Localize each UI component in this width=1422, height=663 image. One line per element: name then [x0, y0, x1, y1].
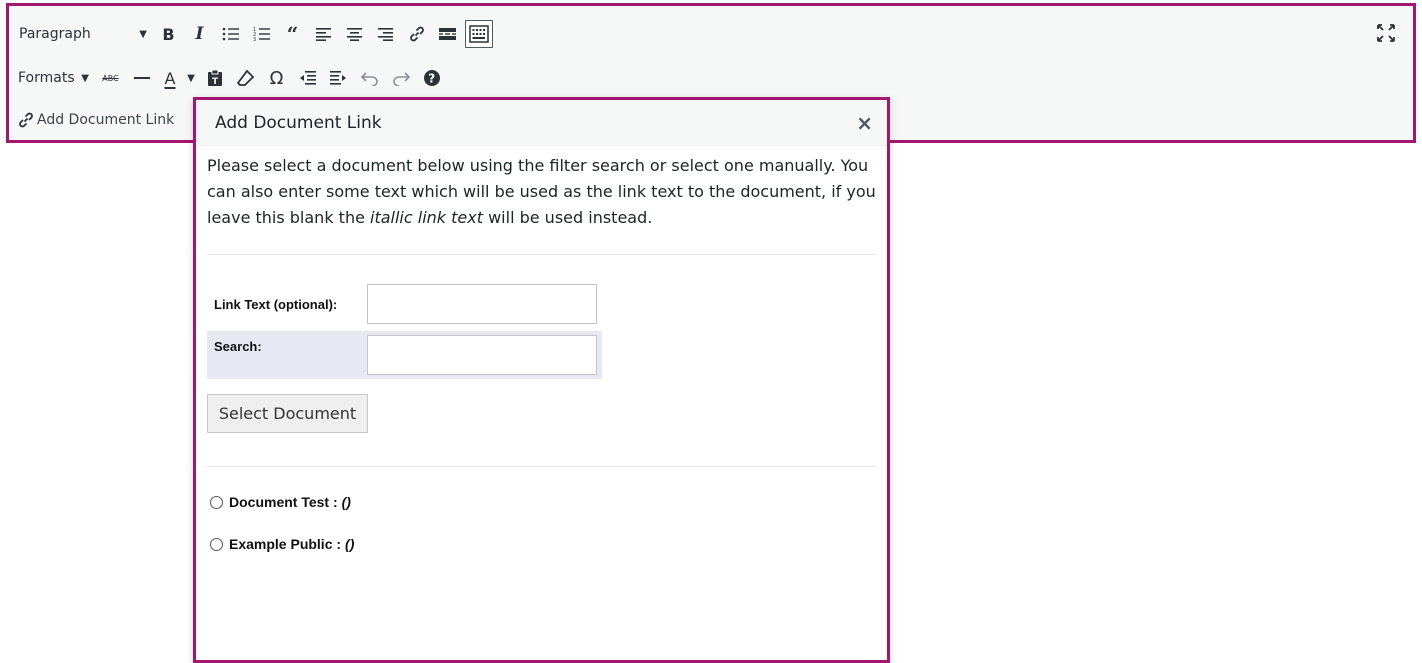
divider	[207, 254, 876, 255]
svg-text:3: 3	[253, 37, 256, 42]
text-color-dropdown[interactable]: ▼	[183, 63, 199, 93]
toolbar-toggle-icon	[469, 25, 489, 43]
document-list: Document Test : () Example Public : ()	[207, 492, 876, 554]
dialog-title: Add Document Link	[215, 112, 382, 133]
align-center-icon	[346, 28, 362, 41]
link-text-label: Link Text (optional):	[214, 296, 338, 312]
bold-button[interactable]: B	[153, 19, 184, 49]
italic-button[interactable]: I	[184, 19, 215, 49]
redo-icon	[392, 72, 410, 86]
blockquote-button[interactable]: “	[277, 19, 308, 49]
indent-button[interactable]	[323, 63, 354, 93]
divider	[207, 466, 876, 467]
link-form: Link Text (optional): Search:	[207, 282, 602, 379]
horizontal-line-icon	[133, 77, 150, 79]
link-icon	[409, 26, 424, 42]
search-input[interactable]	[367, 335, 597, 375]
document-name: Example Public :	[229, 536, 342, 552]
toolbar-row-3: Add Document Link	[13, 103, 178, 137]
instructions-italic-text: itallic link text	[370, 208, 483, 227]
link-text-row: Link Text (optional):	[207, 282, 602, 326]
toolbar-row-1: Paragraph ▼ B I 1 2 3 “	[13, 17, 493, 51]
read-more-icon	[438, 28, 456, 40]
numbered-list-icon: 1 2 3	[253, 27, 270, 42]
dialog-body: Please select a document below using the…	[196, 153, 887, 554]
toolbar-toggle-button[interactable]	[465, 20, 493, 48]
insert-link-button[interactable]	[401, 19, 432, 49]
instructions-text-end: will be used instead.	[483, 208, 653, 227]
help-button[interactable]: ?	[416, 63, 447, 93]
paragraph-format-label: Paragraph	[19, 26, 91, 42]
clear-formatting-button[interactable]	[230, 63, 261, 93]
text-color-button[interactable]: A	[157, 63, 183, 93]
help-icon: ?	[423, 70, 440, 86]
align-center-button[interactable]	[339, 19, 370, 49]
special-character-button[interactable]: Ω	[261, 63, 292, 93]
fullscreen-button[interactable]	[1373, 20, 1399, 46]
search-row: Search:	[207, 331, 602, 379]
strikethrough-button[interactable]: ABC	[95, 63, 126, 93]
blockquote-icon: “	[286, 22, 299, 46]
clear-formatting-icon	[236, 69, 254, 86]
add-document-link-dialog: Add Document Link × Please select a docu…	[193, 97, 890, 663]
radio-button[interactable]	[210, 495, 223, 509]
redo-button[interactable]	[385, 63, 416, 93]
link-text-input[interactable]	[367, 284, 597, 324]
toolbar-row-2: Formats ▼ ABC A ▼ T Ω ?	[13, 61, 447, 95]
document-name: Document Test :	[229, 494, 338, 510]
align-right-icon	[377, 28, 393, 41]
chevron-down-icon: ▼	[187, 72, 195, 84]
bullet-list-button[interactable]	[215, 19, 246, 49]
paste-as-text-button[interactable]: T	[199, 63, 230, 93]
numbered-list-button[interactable]: 1 2 3	[246, 19, 277, 49]
horizontal-line-button[interactable]	[126, 63, 157, 93]
document-option[interactable]: Document Test : ()	[207, 492, 876, 512]
outdent-icon	[299, 71, 316, 85]
document-option[interactable]: Example Public : ()	[207, 534, 876, 554]
svg-text:?: ?	[428, 72, 435, 86]
text-color-label: A	[164, 68, 176, 88]
read-more-button[interactable]	[432, 19, 463, 49]
paragraph-format-select[interactable]: Paragraph ▼	[13, 19, 153, 49]
bullet-list-icon	[222, 27, 239, 41]
chevron-down-icon: ▼	[139, 28, 147, 40]
document-meta: ()	[345, 536, 355, 552]
indent-icon	[329, 71, 346, 85]
add-document-link-label: Add Document Link	[37, 112, 175, 128]
formats-menu-label: Formats	[18, 70, 75, 86]
undo-icon	[360, 72, 378, 86]
align-left-icon	[315, 28, 331, 41]
align-right-button[interactable]	[370, 19, 401, 49]
close-icon[interactable]: ×	[856, 113, 873, 133]
align-left-button[interactable]	[308, 19, 339, 49]
link-icon	[19, 112, 33, 128]
dialog-header: Add Document Link ×	[196, 100, 887, 146]
search-label: Search:	[214, 339, 262, 354]
undo-button[interactable]	[354, 63, 385, 93]
fullscreen-icon	[1377, 24, 1395, 42]
outdent-button[interactable]	[292, 63, 323, 93]
paste-text-icon: T	[207, 69, 222, 87]
chevron-down-icon: ▼	[81, 72, 89, 84]
select-document-button[interactable]: Select Document	[207, 394, 368, 433]
radio-button[interactable]	[210, 537, 223, 551]
formats-menu[interactable]: Formats ▼	[13, 63, 95, 93]
dialog-instructions: Please select a document below using the…	[207, 153, 877, 231]
document-meta: ()	[341, 494, 351, 510]
svg-text:T: T	[212, 77, 219, 87]
add-document-link-button[interactable]: Add Document Link	[13, 105, 178, 135]
